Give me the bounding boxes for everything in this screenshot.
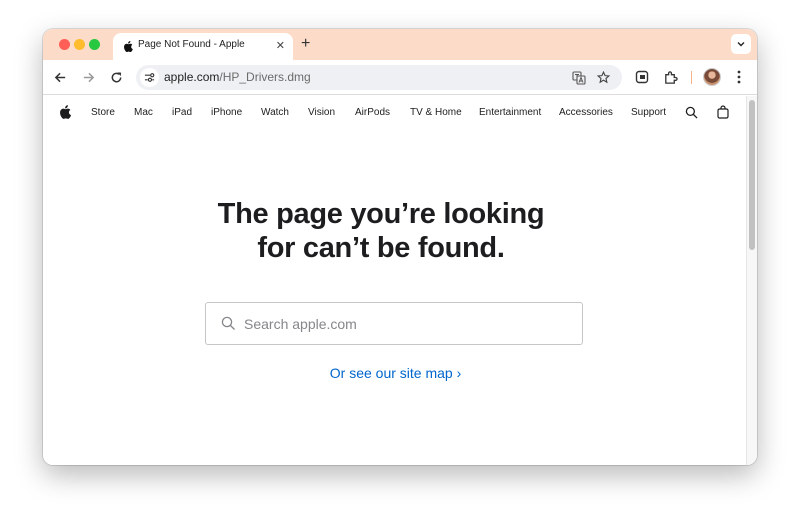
site-info-icon (144, 73, 155, 82)
site-map-link[interactable]: Or see our site map › (43, 365, 748, 381)
apple-favicon-icon (124, 41, 133, 52)
page-title-line-2: for can’t be found. (257, 232, 505, 264)
scrollbar-thumb[interactable] (749, 100, 755, 250)
nav-item-watch[interactable]: Watch (261, 107, 289, 118)
site-info-button[interactable] (140, 68, 159, 87)
tab-search-button[interactable] (731, 34, 751, 54)
tab-close-icon[interactable]: ✕ (276, 39, 285, 53)
address-bar[interactable]: apple.com/HP_Drivers.dmg (136, 65, 622, 90)
back-button[interactable] (52, 69, 68, 85)
nav-item-iphone[interactable]: iPhone (211, 107, 242, 118)
nav-search-button[interactable] (684, 105, 698, 119)
nav-item-accessories[interactable]: Accessories (559, 107, 613, 118)
close-window-button[interactable] (59, 39, 70, 50)
tab-strip: Page Not Found - Apple ✕ + (43, 29, 757, 60)
forward-button[interactable] (80, 69, 96, 85)
search-icon (221, 316, 235, 330)
nav-item-mac[interactable]: Mac (134, 107, 153, 118)
web-page: Store Mac iPad iPhone Watch Vision AirPo… (43, 96, 746, 465)
zoom-window-button[interactable] (89, 39, 100, 50)
nav-item-tv-home[interactable]: TV & Home (410, 107, 462, 118)
search-icon (685, 106, 698, 119)
forward-arrow-icon (83, 72, 94, 82)
bookmark-button[interactable] (596, 70, 611, 85)
apple-logo-icon (60, 105, 71, 119)
search-input[interactable]: Search apple.com (205, 302, 583, 345)
apple-logo-link[interactable] (58, 105, 72, 119)
reload-button[interactable] (108, 69, 124, 85)
chevron-down-icon (737, 42, 745, 47)
more-menu-button[interactable] (731, 69, 747, 85)
nav-bag-button[interactable] (716, 105, 730, 119)
nav-item-airpods[interactable]: AirPods (355, 107, 390, 118)
bag-icon (717, 105, 729, 119)
page-scrollbar[interactable] (746, 96, 757, 465)
reload-icon (111, 71, 121, 82)
minimize-window-button[interactable] (74, 39, 85, 50)
bookmark-star-icon (597, 71, 610, 84)
global-nav: Store Mac iPad iPhone Watch Vision AirPo… (43, 96, 746, 129)
extension-icon (635, 70, 649, 84)
page-title: The page you’re looking for can’t be fou… (43, 197, 719, 265)
nav-item-vision[interactable]: Vision (308, 107, 335, 118)
url-host: apple.com (164, 70, 220, 84)
toolbar-divider (691, 71, 692, 84)
extensions-menu-button[interactable] (662, 69, 678, 85)
nav-item-ipad[interactable]: iPad (172, 107, 192, 118)
page-title-line-1: The page you’re looking (217, 198, 545, 230)
back-arrow-icon (54, 72, 65, 82)
translate-icon (571, 70, 586, 85)
browser-toolbar: apple.com/HP_Drivers.dmg (43, 60, 757, 95)
extension-button[interactable] (634, 69, 650, 85)
nav-item-support[interactable]: Support (631, 107, 666, 118)
browser-window: Page Not Found - Apple ✕ + apple.com/HP_… (43, 29, 757, 465)
nav-item-entertainment[interactable]: Entertainment (479, 107, 541, 118)
translate-button[interactable] (571, 70, 586, 85)
puzzle-extensions-icon (664, 70, 678, 84)
tab-title: Page Not Found - Apple (138, 39, 245, 50)
search-placeholder: Search apple.com (244, 316, 357, 332)
profile-avatar[interactable] (703, 68, 721, 86)
new-tab-button[interactable]: + (301, 34, 310, 54)
tab-page-not-found[interactable]: Page Not Found - Apple ✕ (113, 33, 293, 60)
nav-item-store[interactable]: Store (91, 107, 115, 118)
url-text: apple.com/HP_Drivers.dmg (164, 70, 311, 84)
more-menu-icon (737, 70, 741, 84)
url-path: /HP_Drivers.dmg (219, 70, 311, 84)
